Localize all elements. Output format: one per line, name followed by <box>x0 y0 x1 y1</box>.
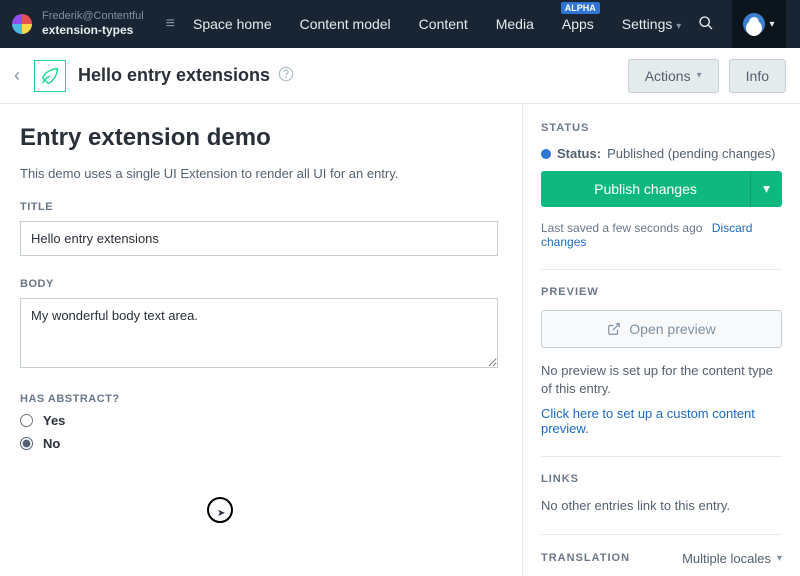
translation-heading: TRANSLATION <box>541 552 630 564</box>
user-menu[interactable]: ▾ <box>732 0 786 48</box>
radio-yes-label: Yes <box>43 413 65 428</box>
chevron-down-icon: ▾ <box>676 21 681 32</box>
chevron-down-icon: ▾ <box>777 553 782 564</box>
cursor-arrow-icon: ➤ <box>217 508 225 519</box>
page-heading: Entry extension demo <box>20 124 498 152</box>
chevron-down-icon: ▾ <box>697 70 702 81</box>
top-nav: Space home Content model Content Media A… <box>193 16 681 32</box>
back-button[interactable]: ‹ <box>14 65 20 86</box>
external-link-icon <box>607 322 621 336</box>
preview-message: No preview is set up for the content typ… <box>541 362 782 398</box>
sidebar: STATUS Status: Published (pending change… <box>522 104 800 576</box>
links-heading: LINKS <box>541 473 782 485</box>
help-icon[interactable] <box>278 66 294 86</box>
info-button[interactable]: Info <box>729 59 786 93</box>
body-textarea[interactable]: My wonderful body text area. <box>20 298 498 368</box>
field-label-body: BODY <box>20 278 498 290</box>
open-preview-label: Open preview <box>629 321 715 337</box>
space-selector[interactable]: Frederik@Contentful extension-types <box>42 10 144 38</box>
content-type-icon <box>34 60 66 92</box>
radio-yes-row[interactable]: Yes <box>20 413 498 428</box>
nav-media[interactable]: Media <box>496 16 534 32</box>
space-label: extension-types <box>42 23 144 37</box>
alpha-badge: ALPHA <box>561 2 600 14</box>
search-icon[interactable] <box>698 15 714 34</box>
preview-heading: PREVIEW <box>541 286 782 298</box>
translation-selector[interactable]: Multiple locales ▾ <box>682 551 782 566</box>
actions-label: Actions <box>645 68 691 84</box>
last-saved: Last saved a few seconds ago <box>541 221 702 235</box>
logo-icon[interactable] <box>12 14 32 34</box>
nav-apps-label: Apps <box>562 16 594 32</box>
radio-no-row[interactable]: No <box>20 436 498 451</box>
radio-no-label: No <box>43 436 60 451</box>
entry-header: ‹ Hello entry extensions Actions ▾ Info <box>0 48 800 104</box>
radio-no[interactable] <box>20 437 33 450</box>
nav-settings[interactable]: Settings ▾ <box>622 16 682 32</box>
title-input[interactable] <box>20 221 498 256</box>
user-label: Frederik@Contentful <box>42 10 144 23</box>
nav-content-model[interactable]: Content model <box>300 16 391 32</box>
links-message: No other entries link to this entry. <box>541 497 782 515</box>
page-description: This demo uses a single UI Extension to … <box>20 166 498 181</box>
topbar: Frederik@Contentful extension-types ≡ Sp… <box>0 0 800 48</box>
translation-value: Multiple locales <box>682 551 771 566</box>
actions-button[interactable]: Actions ▾ <box>628 59 719 93</box>
entry-title: Hello entry extensions <box>78 65 270 86</box>
publish-button[interactable]: Publish changes <box>541 171 750 207</box>
status-value: Published (pending changes) <box>607 146 775 161</box>
status-dot-icon <box>541 149 551 159</box>
nav-content[interactable]: Content <box>419 16 468 32</box>
publish-dropdown[interactable]: ▾ <box>750 171 782 207</box>
status-row: Status: Published (pending changes) <box>541 146 782 161</box>
field-label-abstract: HAS ABSTRACT? <box>20 393 498 405</box>
nav-space-home[interactable]: Space home <box>193 16 272 32</box>
preview-setup-link[interactable]: Click here to set up a custom content pr… <box>541 406 782 436</box>
field-label-title: TITLE <box>20 201 498 213</box>
main-panel: Entry extension demo This demo uses a si… <box>0 104 522 576</box>
chevron-down-icon: ▾ <box>769 19 774 30</box>
nav-apps[interactable]: Apps ALPHA <box>562 16 594 32</box>
menu-icon[interactable]: ≡ <box>166 15 175 33</box>
status-heading: STATUS <box>541 122 782 134</box>
status-label: Status: <box>557 146 601 161</box>
radio-yes[interactable] <box>20 414 33 427</box>
nav-settings-label: Settings <box>622 16 673 32</box>
avatar <box>743 13 765 35</box>
open-preview-button: Open preview <box>541 310 782 348</box>
